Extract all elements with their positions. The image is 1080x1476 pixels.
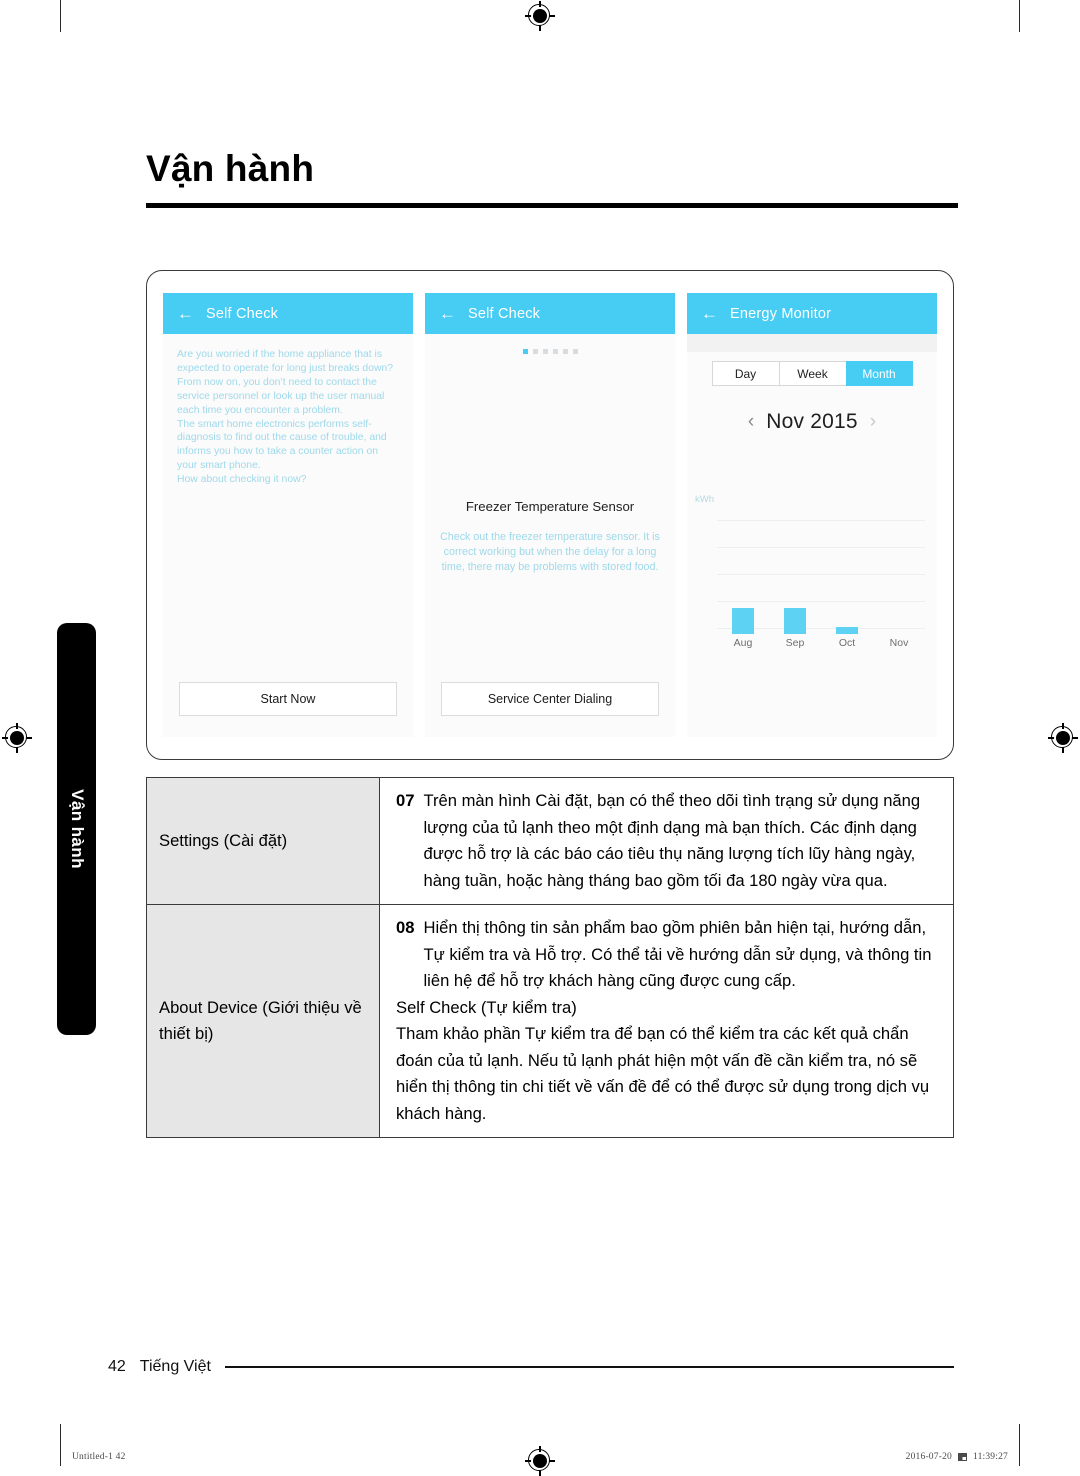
crop-mark-bottom-left <box>60 1424 61 1466</box>
chevron-left-icon[interactable]: ‹ <box>748 411 754 433</box>
start-now-button[interactable]: Start Now <box>179 682 397 716</box>
chart-y-axis-unit: kWh <box>695 494 714 505</box>
table-row-body: 08 Hiển thị thông tin sản phẩm bao gồm ph… <box>379 904 954 1138</box>
chart-bar-slot <box>821 506 873 634</box>
panel-body-energy-monitor: Day Week Month ‹ Nov 2015 › kWh Aug Sep Oc… <box>687 334 937 737</box>
self-check-result-description: Check out the freezer temperature sensor… <box>440 531 660 573</box>
print-timestamp: 2016-07-20 11:39:27 <box>906 1452 1008 1462</box>
phone-panel-self-check-intro: ← Self Check Are you worried if the home… <box>163 293 413 737</box>
page-footer: 42 Tiếng Việt <box>108 1358 954 1376</box>
back-arrow-icon[interactable]: ← <box>701 305 718 322</box>
start-now-button-wrap: Start Now <box>163 682 413 716</box>
step-number: 08 <box>396 918 415 937</box>
appbar-title-self-check: Self Check <box>206 305 279 322</box>
crop-mark-top-left <box>60 0 61 32</box>
panel-body-self-check-result: Freezer Temperature Sensor Check out the… <box>425 334 675 737</box>
registration-mark-top <box>525 1 555 31</box>
numbered-step: 08 Hiển thị thông tin sản phẩm bao gồm ph… <box>396 915 941 995</box>
chart-bar <box>836 627 858 634</box>
print-time: 11:39:27 <box>972 1452 1008 1462</box>
energy-monitor-subbar <box>687 334 937 352</box>
step-text: Hiển thị thông tin sản phẩm bao gồm phiê… <box>423 918 932 990</box>
registration-mark-bottom <box>525 1446 555 1476</box>
registration-mark-left <box>2 723 32 753</box>
pager-dot[interactable] <box>522 349 528 354</box>
self-check-intro-text: Are you worried if the home appliance th… <box>177 349 394 486</box>
pager-dot[interactable] <box>552 349 558 354</box>
crop-mark-top-right <box>1019 0 1020 32</box>
section-side-tab-label: Vận hành <box>67 789 87 869</box>
app-screens-figure: ← Self Check Are you worried if the home… <box>146 270 954 760</box>
table-row-label: Settings (Cài đặt) <box>146 777 380 905</box>
appbar-energy-monitor: ← Energy Monitor <box>687 293 937 334</box>
appbar-title-energy-monitor: Energy Monitor <box>730 305 832 322</box>
chart-x-label: Sep <box>785 637 805 649</box>
table-row-body: 07 Trên màn hình Cài đặt, bạn có thể theo… <box>379 777 954 905</box>
instruction-table: Settings (Cài đặt) 07 Trên màn hình Cài đặ… <box>146 777 954 1138</box>
pager-dot[interactable] <box>532 349 538 354</box>
table-row-label: About Device (Giới thiệu về thiết bị) <box>146 904 380 1138</box>
instruction-table-body: Settings (Cài đặt) 07 Trên màn hình Cài đặ… <box>146 777 954 1138</box>
service-center-dialing-button[interactable]: Service Center Dialing <box>441 682 659 716</box>
panel-body-self-check-intro: Are you worried if the home appliance th… <box>163 334 413 737</box>
numbered-step: 07 Trên màn hình Cài đặt, bạn có thể theo… <box>396 788 941 894</box>
title-underline <box>146 203 958 208</box>
appbar-title-self-check-result: Self Check <box>468 305 541 322</box>
pager-dot[interactable] <box>572 349 578 354</box>
body-paragraph: Self Check (Tự kiểm tra) <box>396 997 577 1017</box>
chart-bar <box>732 608 754 634</box>
segment-day[interactable]: Day <box>711 361 779 386</box>
pager-dot[interactable] <box>542 349 548 354</box>
period-segmented-control[interactable]: Day Week Month <box>687 361 937 386</box>
back-arrow-icon[interactable]: ← <box>177 305 194 322</box>
service-center-dialing-button-wrap: Service Center Dialing <box>425 682 675 716</box>
registration-mark-right <box>1048 723 1078 753</box>
print-date: 2016-07-20 <box>905 1452 952 1462</box>
segment-week[interactable]: Week <box>778 361 846 386</box>
footer-language: Tiếng Việt <box>139 1358 211 1375</box>
section-side-tab: Vận hành <box>57 623 96 1035</box>
body-paragraph: Tham khảo phần Tự kiểm tra để bạn có thể… <box>396 1024 930 1123</box>
footer-page-number: 42 <box>108 1358 126 1375</box>
table-row: Settings (Cài đặt) 07 Trên màn hình Cài đặ… <box>146 777 954 905</box>
chart-bar-slot <box>873 506 925 634</box>
appbar-self-check-intro: ← Self Check <box>163 293 413 334</box>
chart-plot-area <box>717 506 925 634</box>
phone-panel-energy-monitor: ← Energy Monitor Day Week Month ‹ Nov 20… <box>687 293 937 737</box>
chart-x-axis-labels: Aug Sep Oct Nov <box>717 637 925 649</box>
pager-dots[interactable] <box>425 334 675 354</box>
self-check-result-title: Freezer Temperature Sensor <box>465 499 635 514</box>
chevron-right-icon[interactable]: › <box>870 411 876 433</box>
footer-rule <box>224 1365 954 1369</box>
pager-dot[interactable] <box>562 349 568 354</box>
back-arrow-icon[interactable]: ← <box>439 305 456 322</box>
month-label: Nov 2015 <box>766 410 858 433</box>
appbar-self-check-result: ← Self Check <box>425 293 675 334</box>
page-title: Vận hành <box>146 148 315 189</box>
energy-bar-chart <box>717 506 925 634</box>
table-row: About Device (Giới thiệu về thiết bị) 08 H… <box>146 904 954 1138</box>
chart-bar-slot <box>769 506 821 634</box>
chart-bar-slot <box>717 506 769 634</box>
chart-x-label: Oct <box>838 637 856 649</box>
print-stamp-glyph <box>957 1453 967 1461</box>
month-navigator[interactable]: ‹ Nov 2015 › <box>687 410 937 434</box>
chart-x-label: Nov <box>889 637 909 649</box>
segment-month[interactable]: Month <box>845 361 913 386</box>
phone-panel-self-check-result: ← Self Check Freezer Temperature Sensor … <box>425 293 675 737</box>
step-number: 07 <box>396 791 415 810</box>
chart-bar <box>784 608 806 634</box>
chart-x-label: Aug <box>733 637 753 649</box>
crop-mark-bottom-right <box>1019 1424 1020 1466</box>
step-text: Trên màn hình Cài đặt, bạn có thể theo d… <box>423 791 921 890</box>
print-file-label: Untitled-1 42 <box>72 1452 126 1462</box>
